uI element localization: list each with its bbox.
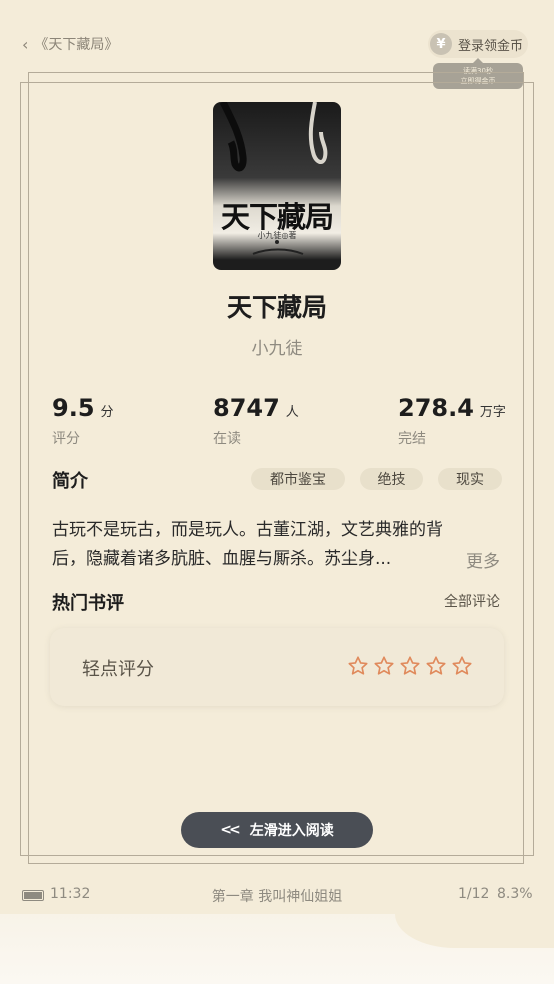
back-book-title: 《天下藏局》 bbox=[34, 37, 119, 53]
double-chevron-left-icon: << bbox=[220, 822, 241, 838]
page-curl-edge bbox=[0, 914, 554, 984]
login-coin-label: 登录领金币 bbox=[458, 38, 524, 54]
stat-words-unit: 万字 bbox=[479, 405, 506, 420]
star-icon[interactable] bbox=[425, 655, 447, 677]
star-icon[interactable] bbox=[451, 655, 473, 677]
intro-text[interactable]: 古玩不是玩古，而是玩人。古董江湖，文艺典雅的背 后，隐藏着诸多肮脏、血腥与厮杀。… bbox=[52, 516, 512, 574]
read-button-label: 左滑进入阅读 bbox=[249, 823, 334, 839]
stat-words: 278.4 万字 完结 bbox=[398, 394, 506, 447]
stat-words-label: 完结 bbox=[398, 431, 426, 447]
status-progress: 8.3% bbox=[497, 886, 533, 902]
stat-rating-label: 评分 bbox=[52, 431, 80, 447]
all-reviews-link[interactable]: 全部评论 bbox=[444, 591, 500, 611]
book-title: 天下藏局 bbox=[226, 293, 327, 322]
star-icon[interactable] bbox=[399, 655, 421, 677]
stat-readers: 8747 人 在读 bbox=[213, 394, 299, 447]
book-cover[interactable]: 天下藏局 小九徒◎著 bbox=[213, 102, 341, 270]
rate-label: 轻点评分 bbox=[82, 659, 154, 680]
intro-text-line: 后，隐藏着诸多肮脏、血腥与厮杀。苏尘身... bbox=[52, 549, 392, 569]
back-button[interactable]: ‹ 《天下藏局》 bbox=[22, 33, 118, 55]
star-icon[interactable] bbox=[347, 655, 369, 677]
star-rating[interactable] bbox=[347, 655, 473, 677]
tag-item[interactable]: 绝技 bbox=[360, 468, 423, 490]
stat-readers-label: 在读 bbox=[213, 431, 241, 447]
stat-readers-value: 8747 bbox=[213, 394, 280, 422]
cover-hands-art bbox=[219, 102, 328, 255]
book-author[interactable]: 小九徒 bbox=[0, 334, 554, 359]
tag-item[interactable]: 现实 bbox=[438, 468, 502, 490]
swipe-to-read-button[interactable]: << 左滑进入阅读 bbox=[181, 812, 373, 848]
rating-card: 轻点评分 bbox=[50, 628, 504, 706]
chevron-left-icon: ‹ bbox=[22, 34, 29, 54]
stat-words-value: 278.4 bbox=[398, 394, 474, 422]
stat-rating-unit: 分 bbox=[100, 405, 114, 420]
status-page: 1/12 bbox=[458, 886, 490, 902]
intro-text-line: 古玩不是玩古，而是玩人。古董江湖，文艺典雅的背 bbox=[52, 520, 443, 540]
login-coin-button[interactable]: ¥ 登录领金币 bbox=[428, 30, 528, 58]
cover-author: 小九徒◎著 bbox=[257, 231, 297, 240]
yen-coin-icon: ¥ bbox=[430, 33, 452, 55]
tag-item[interactable]: 都市鉴宝 bbox=[251, 468, 345, 490]
star-icon[interactable] bbox=[373, 655, 395, 677]
reader-status-bar: 11:32 第一章 我叫神仙姐姐 1/12 8.3% bbox=[0, 884, 554, 910]
reviews-heading: 热门书评 bbox=[52, 593, 124, 614]
stat-readers-unit: 人 bbox=[285, 405, 299, 420]
stat-rating: 9.5 分 评分 bbox=[52, 394, 114, 447]
intro-heading: 简介 bbox=[52, 471, 88, 492]
stat-rating-value: 9.5 bbox=[52, 394, 95, 422]
more-button[interactable]: 更多 bbox=[466, 547, 500, 572]
